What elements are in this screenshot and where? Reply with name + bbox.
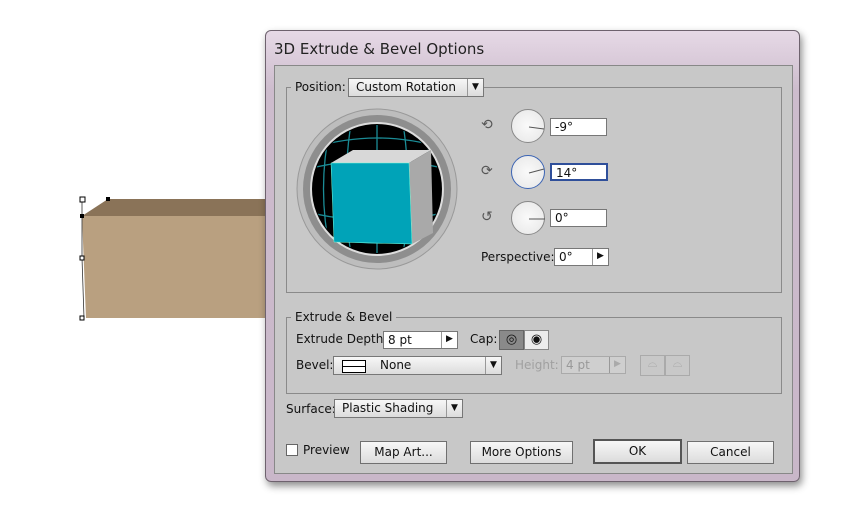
selection-handle	[79, 196, 86, 203]
extrude-bevel-legend: Extrude & Bevel	[291, 310, 397, 324]
bevel-shape-icon	[342, 360, 366, 373]
position-label: Position:	[291, 80, 350, 94]
surface-dropdown[interactable]: Plastic Shading ▼	[334, 399, 463, 418]
bevel-in-button: ⌓	[665, 355, 690, 376]
x-rotation-dial[interactable]	[511, 109, 545, 143]
selection-handle	[106, 197, 110, 201]
cap-off-button[interactable]: ◉	[524, 330, 549, 350]
z-rotation-dial[interactable]	[511, 201, 545, 235]
chevron-right-icon[interactable]: ▶	[441, 332, 457, 348]
cube-side	[409, 150, 433, 244]
z-rotation-input[interactable]: 0°	[550, 209, 607, 227]
surface-label: Surface:	[286, 402, 336, 416]
height-input: 4 pt ▶	[561, 356, 626, 374]
chevron-down-icon: ▼	[446, 400, 462, 417]
dialog-panel: Position: Custom Rotation ▼ ⟲ -9° ⟳ 14° ↺…	[274, 65, 793, 474]
bevel-label: Bevel:	[296, 358, 334, 372]
bevel-out-button: ⌓	[640, 355, 665, 376]
cancel-button[interactable]: Cancel	[687, 441, 774, 464]
selection-handle	[79, 255, 85, 261]
canvas-object[interactable]	[0, 0, 280, 330]
chevron-down-icon: ▼	[485, 357, 501, 374]
y-rotation-input[interactable]: 14°	[550, 163, 608, 181]
z-axis-rotation-icon: ↺	[481, 209, 493, 225]
preview-label[interactable]: Preview	[303, 443, 350, 457]
y-axis-rotation-icon: ⟳	[481, 163, 493, 179]
x-rotation-input[interactable]: -9°	[550, 118, 607, 136]
x-axis-rotation-icon: ⟲	[481, 117, 493, 133]
chevron-down-icon: ▼	[467, 79, 483, 96]
chevron-right-icon: ▶	[609, 357, 625, 373]
perspective-label: Perspective:	[481, 250, 555, 264]
bevel-dropdown[interactable]: None ▼	[333, 356, 502, 375]
position-dropdown[interactable]: Custom Rotation ▼	[348, 78, 484, 97]
object-front-face	[82, 216, 280, 318]
extrude-depth-input[interactable]: 8 pt ▶	[383, 331, 458, 349]
selection-handle	[80, 214, 84, 218]
more-options-button[interactable]: More Options	[470, 441, 573, 464]
cap-label: Cap:	[470, 332, 498, 346]
dialog-title: 3D Extrude & Bevel Options	[274, 40, 485, 58]
ok-button[interactable]: OK	[593, 439, 682, 464]
preview-checkbox[interactable]	[286, 444, 298, 456]
chevron-right-icon[interactable]: ▶	[592, 249, 608, 265]
position-value: Custom Rotation	[356, 80, 456, 94]
map-art-button[interactable]: Map Art...	[360, 441, 447, 464]
extrude-bevel-dialog: 3D Extrude & Bevel Options Position: Cus…	[265, 30, 800, 482]
track-cube[interactable]	[296, 108, 458, 270]
cube-front	[330, 162, 413, 245]
extrude-depth-label: Extrude Depth:	[296, 332, 388, 346]
selection-handle	[79, 315, 85, 321]
cap-on-button[interactable]: ◎	[499, 330, 524, 350]
height-label: Height:	[515, 358, 559, 372]
perspective-input[interactable]: 0° ▶	[554, 248, 609, 266]
y-rotation-dial[interactable]	[511, 155, 545, 189]
